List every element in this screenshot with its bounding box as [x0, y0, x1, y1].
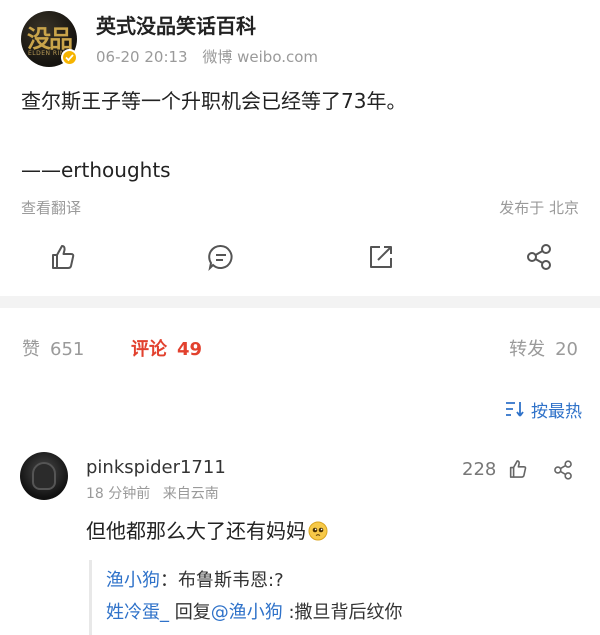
comment-icon[interactable] [206, 242, 236, 272]
verified-badge-icon [61, 49, 78, 66]
post-meta: 06-20 20:13 微博 weibo.com [96, 46, 318, 67]
commenter-avatar[interactable] [20, 452, 68, 500]
reply-user[interactable]: 渔小狗 [106, 570, 160, 591]
like-icon[interactable] [48, 242, 78, 272]
comment-text-body: 但他都那么大了还有妈妈 [86, 519, 306, 543]
post-location: 发布于 北京 [499, 199, 579, 217]
comment-time: 18 分钟前 [86, 486, 151, 502]
tab-comments[interactable]: 评论 49 [131, 335, 202, 361]
likes-label: 赞 [22, 339, 40, 360]
reply-text: 布鲁斯韦恩:? [178, 570, 284, 591]
sort-icon [505, 401, 525, 422]
post-text: 查尔斯王子等一个升职机会已经等了73年。 [21, 89, 407, 113]
likes-count: 651 [50, 339, 85, 360]
sort-button[interactable]: 按最热 [505, 397, 582, 422]
post-source: 微博 weibo.com [202, 48, 319, 66]
post-time: 06-20 20:13 [96, 48, 188, 66]
comment-like-count: 228 [462, 459, 497, 480]
comments-label: 评论 [131, 339, 167, 360]
author-name[interactable]: 英式没品笑话百科 [96, 10, 256, 39]
reply-mention[interactable]: @渔小狗 [211, 602, 283, 623]
comment-share-icon[interactable] [552, 459, 574, 481]
section-divider [0, 296, 600, 308]
tab-reposts[interactable]: 转发 20 [509, 335, 578, 361]
repost-icon[interactable] [366, 242, 396, 272]
reply-word: 回复 [169, 602, 211, 623]
comment-meta: 18 分钟前 来自云南 [86, 483, 219, 503]
reply-item: 渔小狗：布鲁斯韦恩:? [106, 566, 284, 592]
comments-count: 49 [177, 339, 203, 360]
tab-likes[interactable]: 赞 651 [22, 335, 84, 361]
translate-link[interactable]: 查看翻译 [21, 197, 81, 218]
reply-user[interactable]: 姓冷蛋_ [106, 602, 169, 623]
comment-like-icon[interactable] [507, 458, 529, 480]
comment-text: 但他都那么大了还有妈妈 [86, 515, 328, 544]
reply-text: :撒旦背后纹你 [282, 602, 403, 623]
pleading-face-emoji [308, 521, 328, 541]
share-icon[interactable] [524, 242, 554, 272]
sort-label: 按最热 [531, 402, 582, 422]
reply-separator: ： [160, 570, 178, 591]
post-signature: ——erthoughts [21, 158, 171, 182]
commenter-name[interactable]: pinkspider1711 [86, 457, 226, 478]
reposts-count: 20 [555, 339, 578, 360]
comment-source: 来自云南 [162, 486, 219, 502]
reply-thread[interactable]: 渔小狗：布鲁斯韦恩:? 姓冷蛋_ 回复@渔小狗 :撒旦背后纹你 [89, 560, 600, 635]
reposts-label: 转发 [509, 339, 546, 360]
reply-item: 姓冷蛋_ 回复@渔小狗 :撒旦背后纹你 [106, 598, 403, 624]
